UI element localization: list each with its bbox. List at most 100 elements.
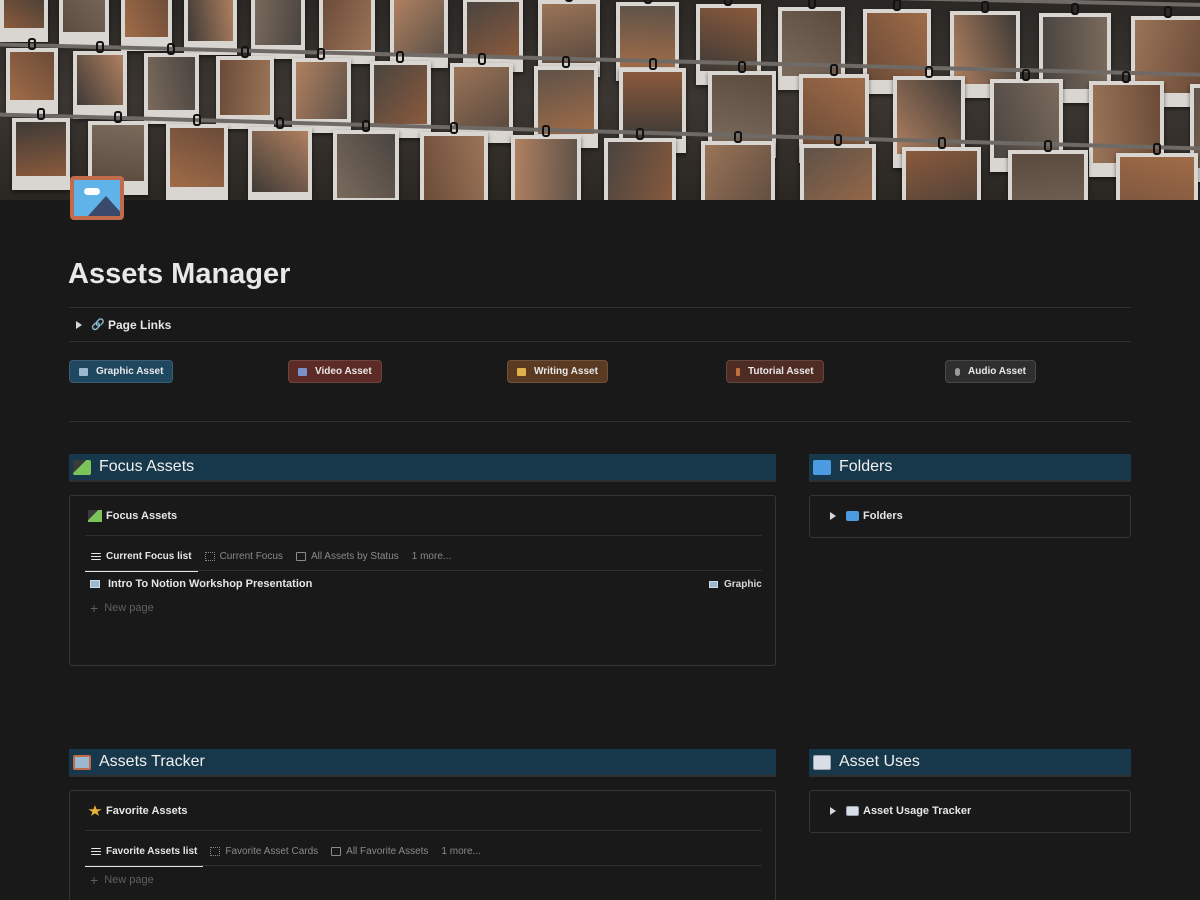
binder-clip-icon — [1022, 68, 1031, 81]
cover-polaroid — [1116, 142, 1199, 200]
binder-clip-icon — [834, 133, 843, 146]
tab-label: Favorite Asset Cards — [225, 845, 319, 857]
binder-clip-icon — [1163, 5, 1172, 18]
binder-clip-icon — [361, 119, 370, 132]
cover-photo — [704, 145, 771, 200]
focus-assets-db-title[interactable]: Focus Assets — [88, 510, 177, 522]
cover-photo — [954, 15, 1016, 85]
cover-polaroid — [143, 43, 200, 124]
new-page-button[interactable]: + New page — [90, 600, 154, 616]
list-item-title: Intro To Notion Workshop Presentation — [108, 578, 313, 590]
cover-photo — [124, 0, 168, 37]
list-item[interactable]: Intro To Notion Workshop Presentation — [90, 578, 312, 590]
section-heading-text: Assets Tracker — [99, 753, 205, 770]
section-heading-text: Asset Uses — [839, 753, 920, 770]
video-asset-button[interactable]: Video Asset — [288, 360, 382, 383]
cover-photo — [295, 62, 347, 120]
tab-favorite-asset-cards[interactable]: Favorite Asset Cards — [204, 836, 324, 866]
binder-clip-icon — [830, 63, 839, 76]
new-page-label: New page — [104, 602, 154, 614]
cover-photo — [373, 64, 427, 125]
tab-label: 1 more... — [411, 550, 452, 562]
new-page-label: New page — [104, 874, 154, 886]
tab-all-favorite-assets[interactable]: All Favorite Assets — [325, 836, 434, 866]
heading-underline — [69, 775, 776, 777]
binder-clip-icon — [636, 128, 645, 141]
binder-clip-icon — [1122, 71, 1131, 84]
button-label: Writing Asset — [534, 366, 598, 377]
tab-current-focus[interactable]: Current Focus — [199, 541, 289, 571]
asset-type-value: Graphic — [724, 579, 762, 590]
button-label: Audio Asset — [968, 366, 1026, 377]
cover-photo — [514, 139, 577, 200]
framed-picture-icon — [73, 754, 91, 770]
cover-image — [0, 0, 1200, 200]
plus-icon: + — [90, 600, 99, 616]
framed-picture-icon — [79, 367, 88, 376]
db-title-text: Focus Assets — [106, 510, 178, 522]
binder-clip-icon — [396, 50, 405, 63]
toggle-triangle-icon[interactable] — [830, 807, 836, 815]
cover-photo — [623, 72, 682, 139]
asset-usage-tracker-toggle[interactable]: Asset Usage Tracker — [822, 805, 971, 817]
divider — [69, 341, 1131, 342]
divider — [69, 307, 1131, 308]
card-index-icon — [813, 754, 831, 770]
tab-label: 1 more... — [441, 845, 481, 857]
writing-asset-button[interactable]: Writing Asset — [507, 360, 608, 383]
page-title[interactable]: Assets Manager — [68, 258, 290, 291]
favorite-assets-db-title[interactable]: Favorite Assets — [88, 805, 188, 817]
cover-photo — [393, 0, 444, 55]
cover-photo — [867, 12, 928, 81]
cover-polaroid — [1007, 139, 1089, 200]
binder-clip-icon — [893, 0, 902, 11]
page-icon-cloud — [84, 188, 100, 195]
button-label: Video Asset — [315, 366, 372, 377]
section-heading-text: Folders — [839, 458, 893, 475]
cover-photo — [323, 0, 372, 50]
divider — [85, 535, 762, 536]
page-links-toggle[interactable]: 🔗 Page Links — [70, 314, 171, 336]
binder-clip-icon — [648, 58, 657, 71]
toggle-label: Asset Usage Tracker — [863, 805, 972, 817]
focus-view-tabs: Current Focus list Current Focus All Ass… — [85, 541, 458, 572]
tab-favorite-assets-list[interactable]: Favorite Assets list — [85, 836, 204, 867]
cover-string — [0, 0, 1200, 8]
cover-polaroid — [12, 108, 70, 190]
page-icon[interactable] — [70, 176, 124, 220]
tab-current-focus-list[interactable]: Current Focus list — [85, 541, 198, 572]
cover-polaroid — [332, 119, 399, 200]
list-icon — [91, 847, 101, 855]
tab-label: Current Focus — [219, 550, 283, 562]
asset-uses-heading: Asset Uses — [809, 749, 1131, 775]
folders-toggle[interactable]: Folders — [822, 510, 903, 522]
cover-photo — [10, 52, 54, 100]
card-index-icon — [846, 806, 859, 816]
asset-type-property[interactable]: Graphic — [709, 579, 762, 590]
cover-photo — [252, 130, 309, 193]
cover-polaroid — [604, 128, 677, 200]
framed-picture-icon — [90, 580, 100, 588]
binder-clip-icon — [477, 53, 486, 66]
tab-more[interactable]: 1 more... — [406, 541, 457, 571]
toggle-triangle-icon[interactable] — [830, 512, 836, 520]
favorite-view-tabs: Favorite Assets list Favorite Asset Card… — [85, 836, 488, 867]
toggle-triangle-icon[interactable] — [76, 321, 82, 329]
binder-clip-icon — [738, 61, 747, 74]
framed-picture-icon — [709, 581, 718, 588]
binder-clip-icon — [1043, 139, 1052, 152]
tutorial-asset-button[interactable]: Tutorial Asset — [726, 360, 824, 383]
tab-all-assets-by-status[interactable]: All Assets by Status — [290, 541, 405, 571]
audio-asset-button[interactable]: Audio Asset — [945, 360, 1036, 383]
binder-clip-icon — [561, 55, 570, 68]
cover-polaroid — [120, 0, 172, 51]
cover-photo — [608, 142, 673, 200]
new-page-button[interactable]: + New page — [90, 872, 154, 888]
tab-more[interactable]: 1 more... — [435, 836, 486, 866]
cover-polaroid — [216, 45, 274, 129]
binder-clip-icon — [1153, 142, 1162, 155]
graphic-asset-button[interactable]: Graphic Asset — [69, 360, 174, 383]
cover-photo — [170, 127, 225, 187]
star-icon — [88, 805, 102, 816]
binder-clip-icon — [193, 113, 202, 126]
